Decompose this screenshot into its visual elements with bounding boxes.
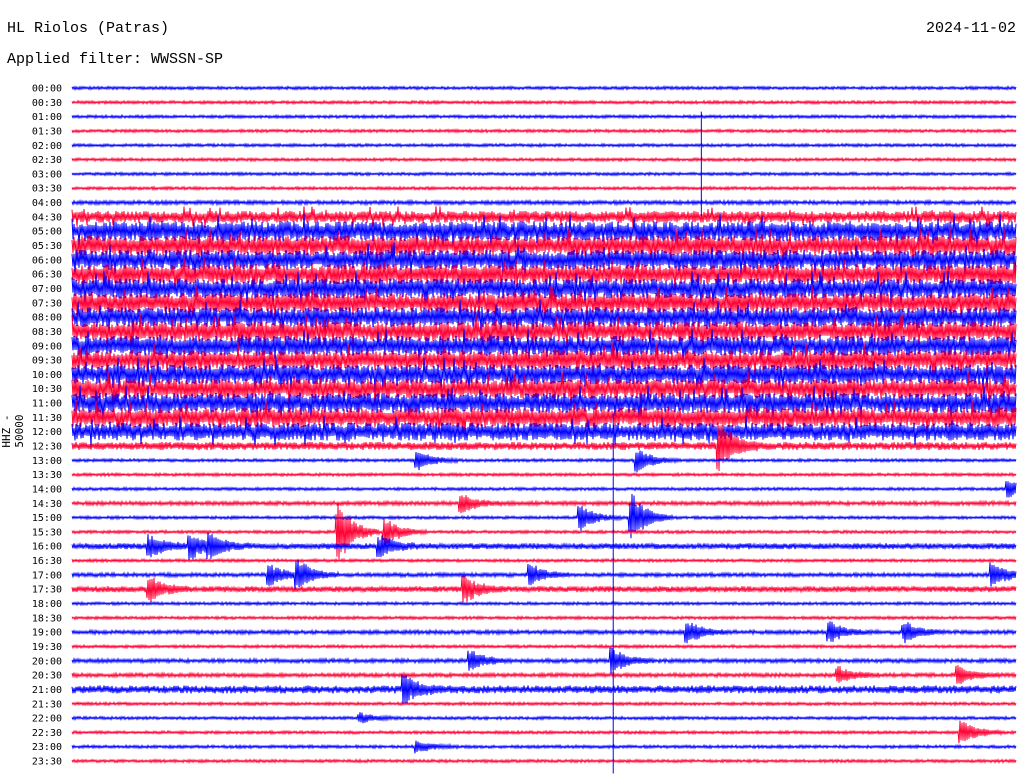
row-time-label: 20:00 xyxy=(32,656,62,667)
row-time-label: 06:00 xyxy=(32,255,62,266)
row-time-label: 03:30 xyxy=(32,184,62,195)
trace-row-18:00 xyxy=(71,600,1017,607)
row-time-label: 17:30 xyxy=(32,585,62,596)
row-time-label: 18:00 xyxy=(32,599,62,610)
trace-row-21:00 xyxy=(71,674,1017,704)
trace-row-18:30 xyxy=(71,614,1017,621)
trace-row-22:30 xyxy=(71,720,1017,744)
trace-row-17:30 xyxy=(71,574,1017,603)
row-time-label: 19:30 xyxy=(32,642,62,653)
row-time-label: 07:30 xyxy=(32,298,62,309)
trace-row-04:00 xyxy=(71,198,1017,207)
row-time-label: 13:30 xyxy=(32,470,62,481)
row-time-label: 08:30 xyxy=(32,327,62,338)
row-time-label: 23:30 xyxy=(32,757,62,768)
row-time-label: 23:00 xyxy=(32,742,62,753)
row-time-label: 14:30 xyxy=(32,499,62,510)
row-time-label: 11:30 xyxy=(32,413,62,424)
row-time-label: 12:30 xyxy=(32,442,62,453)
row-time-label: 02:30 xyxy=(32,155,62,166)
row-time-label: 20:30 xyxy=(32,671,62,682)
row-time-label: 00:00 xyxy=(32,84,62,95)
trace-row-01:00 xyxy=(71,113,1017,120)
row-time-label: 17:00 xyxy=(32,570,62,581)
row-time-label: 21:30 xyxy=(32,699,62,710)
row-time-label: 18:30 xyxy=(32,613,62,624)
trace-row-16:00 xyxy=(71,532,1017,560)
trace-row-02:30 xyxy=(71,156,1017,163)
trace-row-00:30 xyxy=(71,99,1017,106)
row-time-label: 08:00 xyxy=(32,313,62,324)
trace-row-14:00 xyxy=(71,481,1017,498)
trace-row-20:00 xyxy=(71,647,1017,674)
trace-row-13:00 xyxy=(71,450,1017,473)
row-time-label: 16:00 xyxy=(32,542,62,553)
row-time-label: 12:00 xyxy=(32,427,62,438)
trace-row-19:30 xyxy=(71,643,1017,650)
row-time-label: 04:00 xyxy=(32,198,62,209)
trace-row-16:30 xyxy=(71,557,1017,564)
row-time-label: 16:30 xyxy=(32,556,62,567)
row-time-label: 13:00 xyxy=(32,456,62,467)
trace-row-20:30 xyxy=(71,665,1017,685)
trace-row-21:30 xyxy=(71,700,1017,707)
trace-row-00:00 xyxy=(71,84,1017,92)
trace-row-19:00 xyxy=(71,621,1017,644)
trace-row-14:30 xyxy=(71,495,1017,514)
trace-row-03:30 xyxy=(71,185,1017,192)
row-time-label: 10:00 xyxy=(32,370,62,381)
row-time-label: 22:00 xyxy=(32,714,62,725)
row-time-label: 07:00 xyxy=(32,284,62,295)
trace-row-23:00 xyxy=(71,740,1017,754)
row-time-label: 09:00 xyxy=(32,341,62,352)
row-time-label: 03:00 xyxy=(32,169,62,180)
trace-row-02:00 xyxy=(71,142,1017,149)
trace-row-23:30 xyxy=(71,757,1017,765)
row-time-label: 21:00 xyxy=(32,685,62,696)
trace-row-13:30 xyxy=(71,471,1017,478)
row-time-label: 22:30 xyxy=(32,728,62,739)
row-time-label: 01:00 xyxy=(32,112,62,123)
trace-row-22:00 xyxy=(71,712,1017,724)
row-time-label: 15:30 xyxy=(32,527,62,538)
row-time-label: 09:30 xyxy=(32,356,62,367)
row-time-label: 19:00 xyxy=(32,628,62,639)
row-time-label: 06:30 xyxy=(32,270,62,281)
row-time-label: 15:00 xyxy=(32,513,62,524)
row-time-label: 05:30 xyxy=(32,241,62,252)
trace-row-01:30 xyxy=(71,127,1017,134)
row-time-label: 04:30 xyxy=(32,212,62,223)
row-time-label: 01:30 xyxy=(32,126,62,137)
row-time-label: 10:30 xyxy=(32,384,62,395)
helicorder-plot: 00:00 00:30 01:00 01:30 02:00 02:30 03:00 03:30… xyxy=(32,84,1017,774)
row-time-label: 14:00 xyxy=(32,484,62,495)
row-time-label: 02:00 xyxy=(32,141,62,152)
row-time-label: 11:00 xyxy=(32,399,62,410)
trace-row-03:00 xyxy=(71,170,1017,177)
row-time-label: 00:30 xyxy=(32,98,62,109)
row-time-label: 05:00 xyxy=(32,227,62,238)
